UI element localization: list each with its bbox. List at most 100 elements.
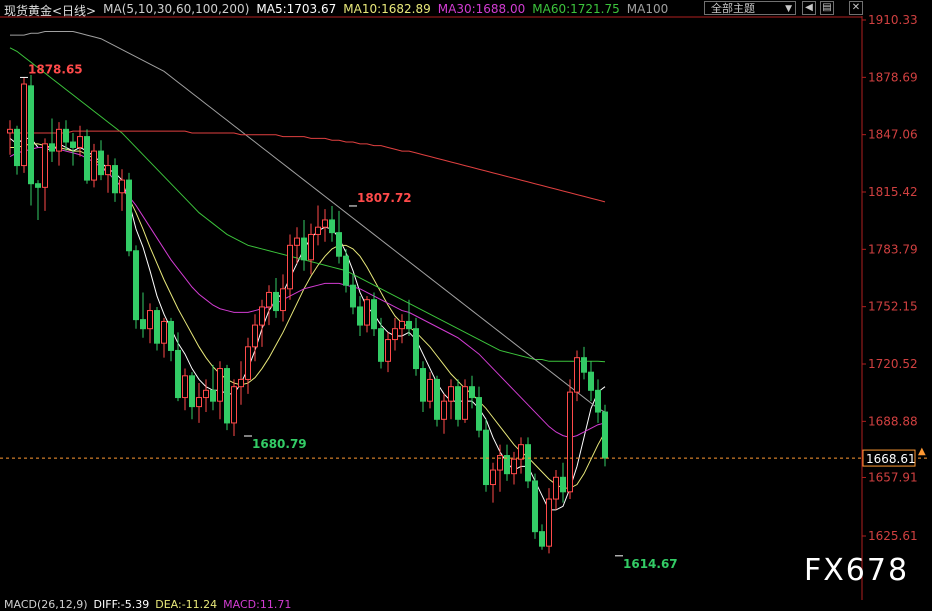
candle-up — [441, 400, 447, 420]
candle-down — [357, 306, 363, 326]
extreme-label: 1614.67 — [623, 557, 678, 571]
candle-down — [28, 85, 34, 185]
candle-down — [189, 375, 195, 408]
candle-down — [112, 165, 118, 194]
candle-down — [539, 531, 545, 547]
candle-up — [427, 378, 433, 402]
candle-down — [560, 476, 566, 493]
candle-down — [371, 299, 377, 330]
candle-down — [70, 141, 76, 148]
candle-up — [231, 386, 237, 424]
candle-down — [210, 389, 216, 402]
candle-down — [336, 232, 342, 257]
candle-up — [294, 237, 300, 246]
candle-down — [126, 179, 132, 252]
macd-header: MACD(26,12,9) DIFF:-5.39 DEA:-11.24 MACD… — [4, 598, 291, 611]
candle-up — [392, 328, 398, 341]
candle-up — [238, 378, 244, 388]
candle-up — [322, 219, 328, 228]
candle-up — [77, 136, 83, 148]
candle-down — [154, 310, 160, 344]
candle-up — [574, 357, 580, 393]
candle-up — [546, 498, 552, 547]
candle-down — [595, 389, 601, 413]
candle-up — [511, 458, 517, 475]
ma-line-ma60 — [9, 47, 606, 363]
candle-down — [273, 291, 279, 312]
candle-down — [455, 386, 461, 420]
y-tick-label: 1847.06 — [868, 128, 918, 142]
candle-down — [140, 319, 146, 330]
candle-up — [56, 128, 62, 152]
candle-down — [378, 328, 384, 362]
candle-up — [567, 391, 573, 493]
menu-icon[interactable]: ▤ — [820, 1, 834, 15]
candle-down — [406, 320, 412, 330]
candle-up — [399, 320, 405, 330]
candle-up — [217, 368, 223, 402]
y-tick-label: 1878.69 — [868, 70, 918, 84]
candle-up — [161, 320, 167, 344]
candle-down — [168, 320, 174, 351]
candle-up — [315, 226, 321, 235]
candle-up — [287, 244, 293, 290]
candle-down — [525, 444, 531, 482]
candle-up — [259, 306, 265, 326]
candle-down — [483, 429, 489, 486]
macd-params: MACD(26,12,9) — [4, 598, 88, 611]
candle-down — [469, 386, 475, 399]
y-tick-label: 1625.61 — [868, 529, 918, 543]
candle-up — [182, 375, 188, 399]
y-tick-label: 1910.33 — [868, 13, 918, 27]
ma-params: MA(5,10,30,60,100,200) — [103, 2, 250, 16]
candle-down — [476, 397, 482, 431]
candle-down — [84, 136, 90, 181]
candle-up — [21, 83, 27, 167]
candle-up — [385, 339, 391, 362]
candle-up — [252, 324, 258, 348]
ma5-value: MA5:1703.67 — [256, 2, 337, 16]
candlestick-chart: 1910.33 1878.69 1847.06 1815.42 1783.79 1752.… — [0, 13, 928, 600]
ma-line-ma10 — [10, 143, 606, 489]
ma100-value: MA100 — [626, 2, 669, 16]
current-price-label: 1668.61 — [866, 452, 916, 466]
watermark-logo: FX678 — [804, 553, 910, 588]
candle-down — [98, 150, 104, 176]
candle-up — [280, 288, 286, 312]
theme-select[interactable]: 全部主题 ▼ — [704, 1, 796, 15]
ma-line-ma30 — [9, 146, 606, 438]
candle-down — [329, 219, 335, 234]
theme-select-label: 全部主题 — [711, 2, 755, 15]
y-tick-label: 1688.88 — [868, 414, 918, 428]
instrument-label[interactable]: 现货黄金<日线> — [4, 2, 96, 19]
candle-down — [434, 378, 440, 420]
y-tick-label: 1815.42 — [868, 185, 918, 199]
ma-line-ma5 — [9, 137, 606, 511]
price-marker-icon: ▲ — [918, 446, 926, 457]
candle-down — [224, 368, 230, 424]
y-tick-label: 1720.52 — [868, 357, 918, 371]
candle-up — [308, 233, 314, 261]
macd-value: MACD:11.71 — [223, 598, 292, 611]
chart-header: 现货黄金<日线> MA(5,10,30,60,100,200) MA5:1703… — [4, 2, 668, 19]
candle-up — [518, 444, 524, 460]
candle-down — [420, 368, 426, 402]
candle-down — [133, 250, 139, 321]
extreme-label: 1807.72 — [357, 191, 412, 205]
ma10-value: MA10:1682.89 — [343, 2, 431, 16]
candle-down — [301, 237, 307, 261]
candle-up — [245, 346, 251, 380]
candle-down — [35, 183, 41, 188]
candle-down — [175, 349, 181, 399]
close-icon[interactable]: ✕ — [849, 1, 863, 15]
y-tick-label: 1657.91 — [868, 470, 918, 484]
candle-down — [350, 284, 356, 308]
candle-down — [49, 143, 55, 152]
candle-down — [63, 128, 69, 143]
macd-dea: DEA:-11.24 — [155, 598, 218, 611]
back-icon[interactable]: ◀ — [802, 1, 816, 15]
candle-down — [581, 357, 587, 373]
candle-down — [343, 255, 349, 286]
y-tick-label: 1783.79 — [868, 242, 918, 256]
candle-up — [105, 165, 111, 176]
